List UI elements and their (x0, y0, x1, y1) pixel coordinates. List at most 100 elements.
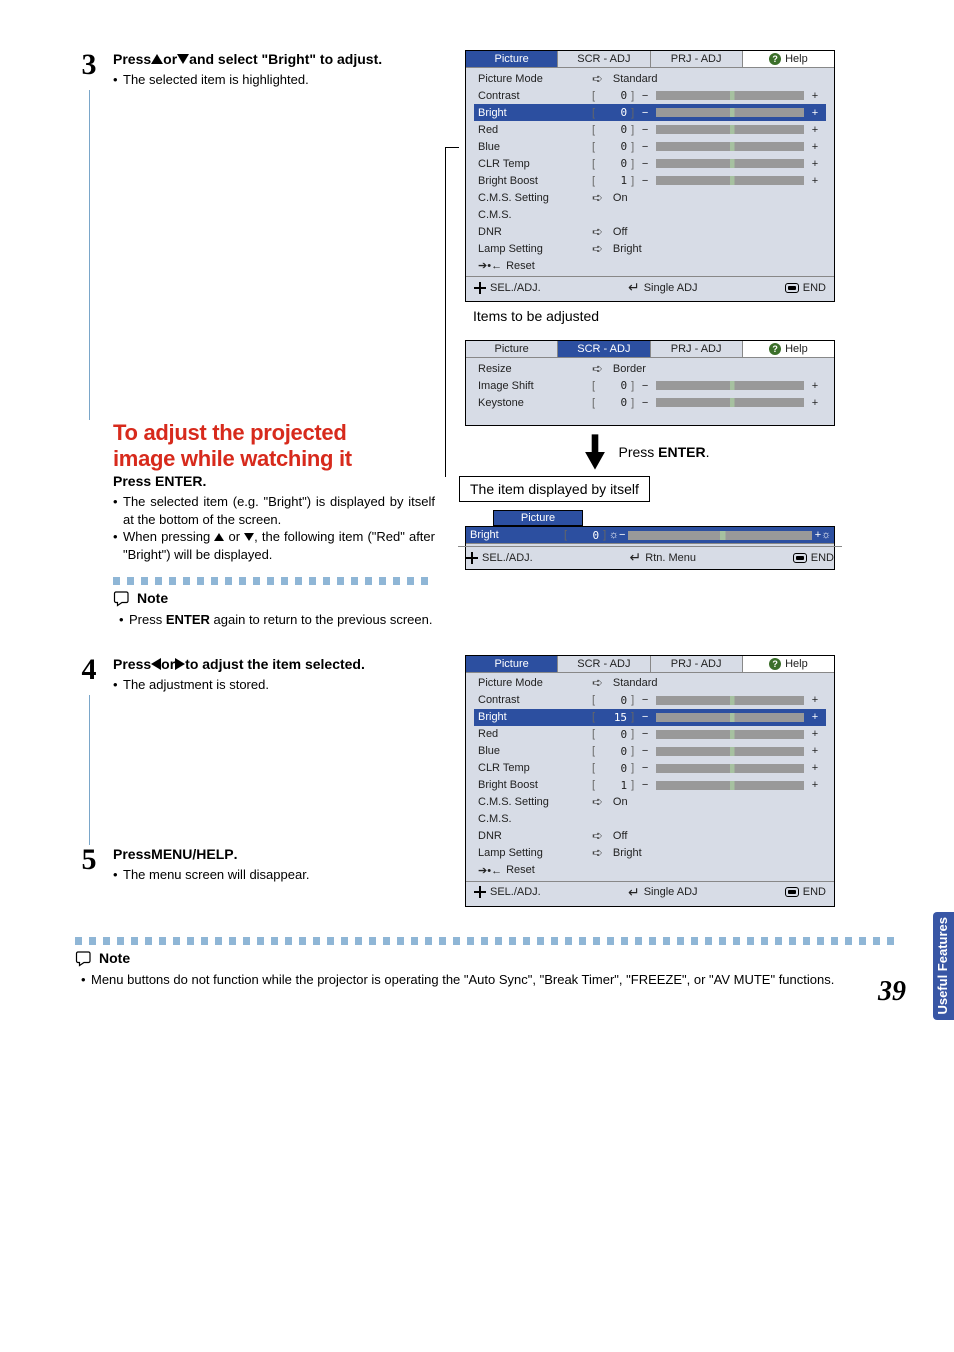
callout-items: Items to be adjusted (473, 308, 835, 324)
bracket: ] (631, 107, 634, 119)
tab-picture[interactable]: Picture (466, 51, 558, 68)
reset-label: Reset (506, 260, 535, 272)
minus-icon: − (638, 779, 652, 791)
osd-option-row[interactable]: DNR Off (474, 828, 826, 845)
return-icon: ↵ (630, 549, 642, 566)
text: ENTER (658, 444, 705, 460)
row-label: Bright Boost (478, 175, 588, 187)
osd-row[interactable]: Contrast [ 0 ] − + (474, 87, 826, 104)
osd-row[interactable]: Bright [ 0 ] − + (474, 104, 826, 121)
slider-bar[interactable] (656, 764, 804, 773)
osd-option-row[interactable]: DNR Off (474, 223, 826, 240)
text: or (163, 50, 177, 69)
osd-option-row[interactable]: C.M.S. Setting On (474, 794, 826, 811)
plus-icon: + (808, 779, 822, 791)
tab-prj-adj[interactable]: PRJ - ADJ (651, 51, 743, 68)
slider-bar[interactable] (656, 730, 804, 739)
osd-option-row[interactable]: C.M.S. Setting On (474, 189, 826, 206)
osd-option-row[interactable]: C.M.S. (474, 206, 826, 223)
end-icon (785, 887, 799, 897)
bracket: [ (592, 694, 595, 706)
tab-prj-adj[interactable]: PRJ - ADJ (651, 341, 743, 358)
osd-row[interactable]: CLR Temp [ 0 ] − + (474, 155, 826, 172)
slider-bar[interactable] (656, 713, 804, 722)
text: to adjust the item selected. (185, 655, 365, 674)
row-label: Bright (478, 107, 588, 119)
osd-option-row[interactable]: Lamp Setting Bright (474, 240, 826, 257)
row-label: Bright Boost (478, 779, 588, 791)
arrow-right-icon (592, 845, 609, 861)
row-value: Off (613, 226, 627, 238)
step-3-sub: The selected item is highlighted. (113, 71, 435, 89)
text: again to return to the previous screen. (210, 612, 433, 627)
tab-prj-adj[interactable]: PRJ - ADJ (651, 656, 743, 673)
tab-scr-adj[interactable]: SCR - ADJ (558, 656, 650, 673)
osd-row[interactable]: Blue [ 0 ] − + (474, 743, 826, 760)
text: Press (618, 444, 658, 460)
slider-bar[interactable] (628, 531, 812, 540)
arrow-right-icon (592, 241, 609, 257)
mini-bright-label: Bright (470, 529, 560, 541)
bracket: [ (592, 380, 595, 392)
bracket: ] (631, 124, 634, 136)
tab-help[interactable]: ?Help (743, 656, 834, 673)
up-triangle-icon (214, 533, 224, 541)
osd-row[interactable]: Red [ 0 ] − + (474, 726, 826, 743)
row-label: Blue (478, 745, 588, 757)
step-5-sub: The menu screen will disappear. (113, 866, 435, 884)
tab-picture[interactable]: Picture (466, 656, 558, 673)
picture-mode-label: Picture Mode (478, 73, 588, 85)
step-4-number: 4 (75, 655, 103, 685)
slider-bar[interactable] (656, 398, 804, 407)
step-4-title: Press or to adjust the item selected. (113, 655, 435, 674)
text: Press (113, 473, 155, 489)
osd-row[interactable]: Bright Boost [ 1 ] − + (474, 172, 826, 189)
foot-rtn: Rtn. Menu (645, 552, 696, 564)
plus-icon: + (808, 397, 822, 409)
slider-bar[interactable] (656, 142, 804, 151)
text: . (234, 845, 238, 864)
minus-icon: − (638, 728, 652, 740)
slider-bar[interactable] (656, 159, 804, 168)
osd-option-row[interactable]: Lamp Setting Bright (474, 845, 826, 862)
slider-bar[interactable] (656, 91, 804, 100)
tab-picture[interactable]: Picture (466, 341, 558, 358)
osd-row[interactable]: Keystone [ 0 ] − + (474, 394, 826, 411)
slider-bar[interactable] (656, 747, 804, 756)
arrow-right-icon (592, 675, 609, 691)
slider-bar[interactable] (656, 696, 804, 705)
bracket: [ (592, 728, 595, 740)
tab-help[interactable]: ?Help (743, 51, 834, 68)
osd-row[interactable]: Bright Boost [ 1 ] − + (474, 777, 826, 794)
down-arrow-icon (584, 434, 606, 470)
text: and select "Bright" to adjust. (189, 50, 382, 69)
help-label: Help (785, 53, 808, 65)
slider-bar[interactable] (656, 108, 804, 117)
bracket: [ (592, 124, 595, 136)
row-label: Lamp Setting (478, 847, 588, 859)
slider-bar[interactable] (656, 381, 804, 390)
text: Press (113, 845, 151, 864)
row-value: 0 (599, 157, 627, 170)
thumb-tab: Useful Features (933, 912, 954, 1020)
slider-bar[interactable] (656, 125, 804, 134)
osd-row[interactable]: Blue [ 0 ] − + (474, 138, 826, 155)
osd-row[interactable]: Contrast [ 0 ] − + (474, 692, 826, 709)
row-value: Bright (613, 847, 642, 859)
bracket: ] (631, 779, 634, 791)
tab-scr-adj[interactable]: SCR - ADJ (558, 341, 650, 358)
tab-scr-adj[interactable]: SCR - ADJ (558, 51, 650, 68)
plus-icon: + (808, 158, 822, 170)
slider-bar[interactable] (656, 176, 804, 185)
osd-row[interactable]: CLR Temp [ 0 ] − + (474, 760, 826, 777)
osd-row[interactable]: Bright [ 15 ] − + (474, 709, 826, 726)
text: or (161, 655, 175, 674)
osd-option-row[interactable]: C.M.S. (474, 811, 826, 828)
osd-row[interactable]: Red [ 0 ] − + (474, 121, 826, 138)
tab-help[interactable]: ?Help (743, 341, 834, 358)
osd-row[interactable]: Image Shift [ 0 ] − + (474, 377, 826, 394)
bracket: ] (631, 728, 634, 740)
help-icon: ? (769, 658, 781, 670)
row-label: C.M.S. Setting (478, 796, 588, 808)
slider-bar[interactable] (656, 781, 804, 790)
